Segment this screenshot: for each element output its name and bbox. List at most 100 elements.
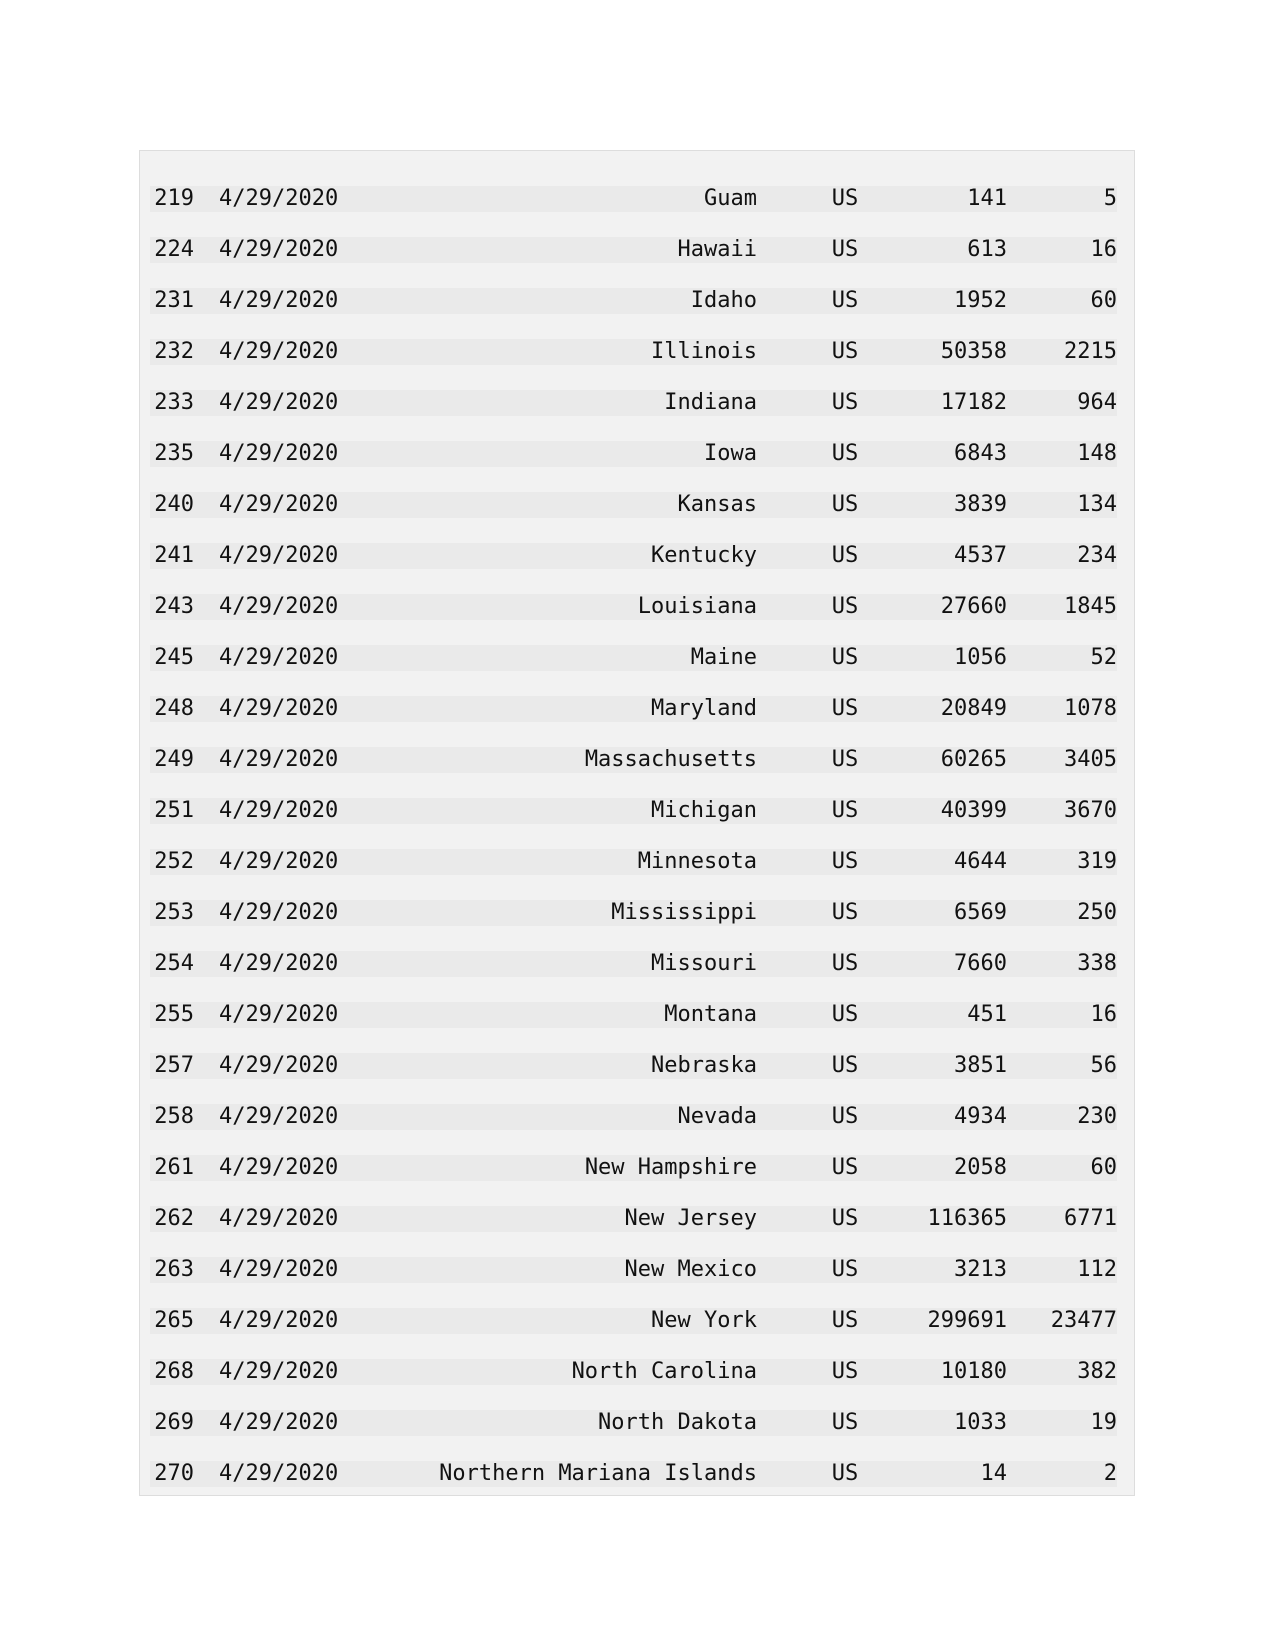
confirmed-count-cell: 3213 [954,1257,1007,1282]
date-cell: 4/29/2020 [219,849,339,874]
table-row: 262 4/29/2020 New Jersey US 116365 6771 [150,1206,1117,1232]
deaths-count-cell: 60 [1090,1155,1118,1180]
table-row: 240 4/29/2020 Kansas US 3839 134 [150,492,1117,518]
table-row: 251 4/29/2020 Michigan US 40399 3670 [150,798,1117,824]
date-cell: 4/29/2020 [219,1410,339,1435]
table-row: 219 4/29/2020 Guam US 141 5 [150,186,1117,212]
row-index-cell: 243 [154,594,194,619]
country-cell: US [831,1410,859,1435]
state-cell: Louisiana [637,594,757,619]
row-index-cell: 240 [154,492,194,517]
state-cell: New York [651,1308,757,1333]
date-cell: 4/29/2020 [219,798,339,823]
country-cell: US [831,543,859,568]
state-cell: Maryland [651,696,757,721]
row-index-cell: 245 [154,645,194,670]
deaths-count-cell: 134 [1077,492,1117,517]
table-row: 268 4/29/2020 North Carolina US 10180 382 [150,1359,1117,1385]
confirmed-count-cell: 7660 [954,951,1007,976]
deaths-count-cell: 2 [1103,1461,1117,1486]
deaths-count-cell: 1845 [1064,594,1117,619]
deaths-count-cell: 52 [1090,645,1118,670]
table-row: 253 4/29/2020 Mississippi US 6569 250 [150,900,1117,926]
date-cell: 4/29/2020 [219,951,339,976]
data-table: 219 4/29/2020 Guam US 141 5 224 4/29/2020 Hawaii… [150,186,1117,1512]
country-cell: US [831,441,859,466]
date-cell: 4/29/2020 [219,747,339,772]
state-cell: Illinois [651,339,757,364]
state-cell: Michigan [651,798,757,823]
country-cell: US [831,1002,859,1027]
country-cell: US [831,288,859,313]
deaths-count-cell: 230 [1077,1104,1117,1129]
country-cell: US [831,594,859,619]
state-cell: Idaho [690,288,757,313]
state-cell: North Carolina [571,1359,757,1384]
state-cell: Montana [664,1002,757,1027]
table-row: 270 4/29/2020 Northern Mariana Islands US 14… [150,1461,1117,1487]
table-row: 249 4/29/2020 Massachusetts US 60265 3405 [150,747,1117,773]
confirmed-count-cell: 451 [967,1002,1007,1027]
country-cell: US [831,747,859,772]
confirmed-count-cell: 14 [980,1461,1008,1486]
confirmed-count-cell: 141 [967,186,1007,211]
confirmed-count-cell: 50358 [940,339,1007,364]
country-cell: US [831,1104,859,1129]
state-cell: New Jersey [624,1206,757,1231]
row-index-cell: 252 [154,849,194,874]
row-index-cell: 268 [154,1359,194,1384]
date-cell: 4/29/2020 [219,1155,339,1180]
deaths-count-cell: 56 [1090,1053,1118,1078]
deaths-count-cell: 964 [1077,390,1117,415]
country-cell: US [831,900,859,925]
state-cell: Minnesota [637,849,757,874]
deaths-count-cell: 148 [1077,441,1117,466]
confirmed-count-cell: 17182 [940,390,1007,415]
state-cell: Hawaii [677,237,757,262]
date-cell: 4/29/2020 [219,390,339,415]
date-cell: 4/29/2020 [219,492,339,517]
state-cell: Massachusetts [584,747,757,772]
state-cell: Iowa [704,441,757,466]
confirmed-count-cell: 40399 [940,798,1007,823]
date-cell: 4/29/2020 [219,1104,339,1129]
state-cell: Indiana [664,390,757,415]
row-index-cell: 251 [154,798,194,823]
table-row: 257 4/29/2020 Nebraska US 3851 56 [150,1053,1117,1079]
table-row: 252 4/29/2020 Minnesota US 4644 319 [150,849,1117,875]
country-cell: US [831,186,859,211]
row-index-cell: 224 [154,237,194,262]
country-cell: US [831,339,859,364]
state-cell: Kansas [677,492,757,517]
country-cell: US [831,390,859,415]
confirmed-count-cell: 27660 [940,594,1007,619]
confirmed-count-cell: 1033 [954,1410,1007,1435]
deaths-count-cell: 60 [1090,288,1118,313]
table-row: 265 4/29/2020 New York US 299691 23477 [150,1308,1117,1334]
deaths-count-cell: 3670 [1064,798,1117,823]
country-cell: US [831,1206,859,1231]
country-cell: US [831,1359,859,1384]
date-cell: 4/29/2020 [219,543,339,568]
country-cell: US [831,951,859,976]
table-row: 245 4/29/2020 Maine US 1056 52 [150,645,1117,671]
date-cell: 4/29/2020 [219,1053,339,1078]
table-row: 255 4/29/2020 Montana US 451 16 [150,1002,1117,1028]
deaths-count-cell: 112 [1077,1257,1117,1282]
deaths-count-cell: 234 [1077,543,1117,568]
confirmed-count-cell: 3851 [954,1053,1007,1078]
deaths-count-cell: 250 [1077,900,1117,925]
row-index-cell: 262 [154,1206,194,1231]
confirmed-count-cell: 299691 [927,1308,1007,1333]
confirmed-count-cell: 1056 [954,645,1007,670]
date-cell: 4/29/2020 [219,1257,339,1282]
country-cell: US [831,1053,859,1078]
date-cell: 4/29/2020 [219,900,339,925]
country-cell: US [831,1257,859,1282]
row-index-cell: 263 [154,1257,194,1282]
date-cell: 4/29/2020 [219,186,339,211]
state-cell: Mississippi [611,900,757,925]
deaths-count-cell: 19 [1090,1410,1118,1435]
date-cell: 4/29/2020 [219,1002,339,1027]
row-index-cell: 248 [154,696,194,721]
